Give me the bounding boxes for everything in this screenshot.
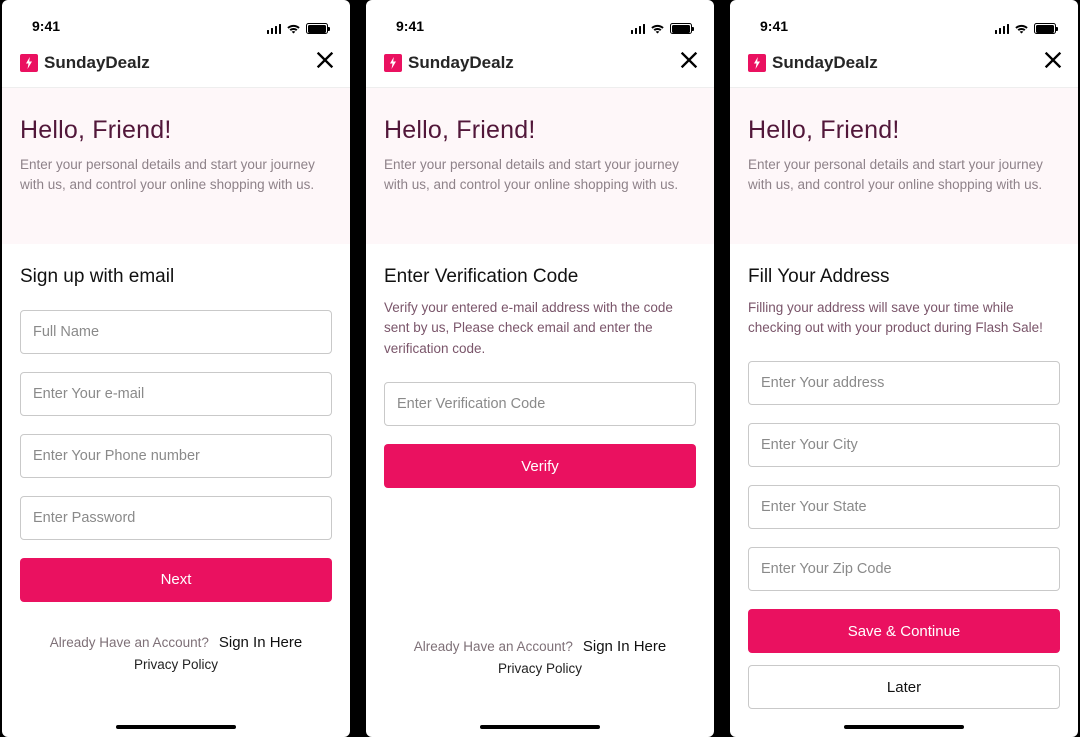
hero-greeting: Hello, Friend! [384,116,696,145]
signal-icon [995,24,1010,34]
close-button[interactable] [678,49,700,76]
signup-section: Sign up with email Next Already Have an … [2,244,350,672]
signal-icon [267,24,282,34]
wifi-icon [286,23,301,34]
hero-greeting: Hello, Friend! [748,116,1060,145]
already-account-text: Already Have an Account? [50,635,209,650]
verify-button[interactable]: Verify [384,444,696,488]
hero: Hello, Friend! Enter your personal detai… [366,88,714,244]
screen-signup: 9:41 SundayDealz Hello, Friend! Enter yo… [2,0,350,737]
brand-name: SundayDealz [772,53,878,73]
privacy-link[interactable]: Privacy Policy [384,661,696,676]
sign-in-link[interactable]: Sign In Here [219,634,302,651]
wifi-icon [1014,23,1029,34]
brand[interactable]: SundayDealz [20,53,150,73]
app-header: SundayDealz [2,38,350,88]
verify-title: Enter Verification Code [384,266,696,288]
verify-section: Enter Verification Code Verify your ente… [366,244,714,677]
footer-links: Already Have an Account? Sign In Here Pr… [384,638,696,676]
footer-links: Already Have an Account? Sign In Here Pr… [20,634,332,672]
app-header: SundayDealz [730,38,1078,88]
screen-verify: 9:41 SundayDealz Hello, Friend! Enter yo… [366,0,714,737]
wifi-icon [650,23,665,34]
next-button[interactable]: Next [20,558,332,602]
status-indicators [995,23,1057,34]
app-header: SundayDealz [366,38,714,88]
hero-tagline: Enter your personal details and start yo… [20,155,332,196]
state-input[interactable] [748,485,1060,529]
brand[interactable]: SundayDealz [748,53,878,73]
status-time: 9:41 [32,18,60,34]
phone-input[interactable] [20,434,332,478]
brand-logo-icon [384,54,402,72]
hero: Hello, Friend! Enter your personal detai… [2,88,350,244]
hero-tagline: Enter your personal details and start yo… [384,155,696,196]
brand-name: SundayDealz [44,53,150,73]
screen-address: 9:41 SundayDealz Hello, Friend! Enter yo… [730,0,1078,737]
password-input[interactable] [20,496,332,540]
zip-input[interactable] [748,547,1060,591]
battery-icon [670,23,692,34]
hero-greeting: Hello, Friend! [20,116,332,145]
sign-in-link[interactable]: Sign In Here [583,638,666,655]
hero-tagline: Enter your personal details and start yo… [748,155,1060,196]
signup-title: Sign up with email [20,266,332,288]
signal-icon [631,24,646,34]
status-bar: 9:41 [2,0,350,38]
verify-subtitle: Verify your entered e-mail address with … [384,298,696,361]
verification-code-input[interactable] [384,382,696,426]
home-indicator[interactable] [116,725,236,729]
address-input[interactable] [748,361,1060,405]
close-button[interactable] [314,49,336,76]
address-title: Fill Your Address [748,266,1060,288]
already-account-text: Already Have an Account? [414,639,573,654]
home-indicator[interactable] [844,725,964,729]
status-indicators [267,23,329,34]
later-button[interactable]: Later [748,665,1060,709]
battery-icon [306,23,328,34]
brand[interactable]: SundayDealz [384,53,514,73]
address-subtitle: Filling your address will save your time… [748,298,1060,340]
address-section: Fill Your Address Filling your address w… [730,244,1078,710]
hero: Hello, Friend! Enter your personal detai… [730,88,1078,244]
privacy-link[interactable]: Privacy Policy [20,657,332,672]
status-bar: 9:41 [730,0,1078,38]
email-input[interactable] [20,372,332,416]
status-time: 9:41 [396,18,424,34]
city-input[interactable] [748,423,1060,467]
save-continue-button[interactable]: Save & Continue [748,609,1060,653]
brand-name: SundayDealz [408,53,514,73]
status-bar: 9:41 [366,0,714,38]
home-indicator[interactable] [480,725,600,729]
close-button[interactable] [1042,49,1064,76]
brand-logo-icon [748,54,766,72]
full-name-input[interactable] [20,310,332,354]
brand-logo-icon [20,54,38,72]
battery-icon [1034,23,1056,34]
status-indicators [631,23,693,34]
status-time: 9:41 [760,18,788,34]
